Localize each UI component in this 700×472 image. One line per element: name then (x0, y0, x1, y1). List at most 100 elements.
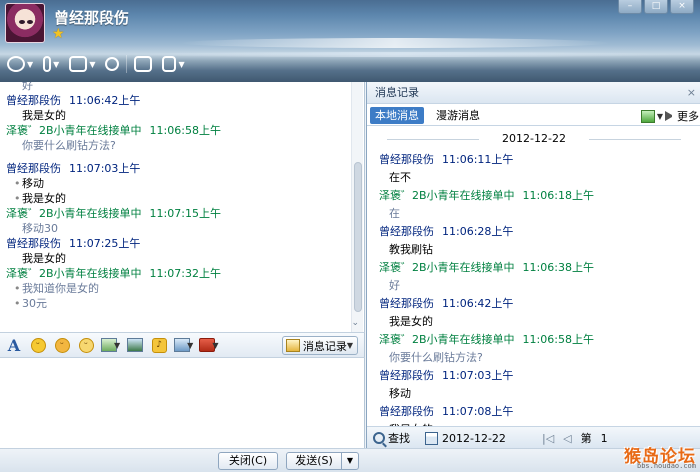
chat-scrollbar-thumb[interactable] (354, 162, 362, 312)
history-tabs: 本地消息 漫游消息 ▼ 更多 (367, 104, 700, 126)
message-time: 11:06:38上午 (522, 261, 594, 274)
message-time: 11:06:11上午 (442, 153, 514, 166)
message-content: 好 (22, 82, 33, 92)
message-text: 我是女的 (0, 251, 350, 266)
message-text: 移动 (367, 385, 700, 403)
message-content: 30元 (22, 297, 47, 310)
magic-face-icon: ᵕ (54, 337, 70, 353)
sender-name[interactable]: 泽褒゛2B小青年在线接单中 (379, 261, 515, 274)
tab-roaming-messages[interactable]: 漫游消息 (431, 107, 485, 124)
minimize-button[interactable]: – (618, 0, 642, 14)
message-content: 你要什么刷钻方法? (22, 139, 116, 152)
sender-name[interactable]: 泽褒゛2B小青年在线接单中 (379, 333, 515, 346)
history-date-picker[interactable]: 2012-12-22 (425, 429, 506, 447)
message-gap (0, 153, 350, 161)
sender-name[interactable]: 泽褒゛2B小青年在线接单中 (379, 189, 515, 202)
history-more-options[interactable]: ▼ 更多 (640, 108, 699, 124)
file-transfer-icon (69, 56, 88, 72)
search-label: 查找 (388, 432, 410, 445)
message-history-button[interactable]: 消息记录 ▼ (281, 336, 358, 355)
shake-button[interactable]: ᵕ (77, 336, 95, 354)
close-button[interactable]: 关闭(C) (218, 452, 278, 470)
message-header: 曾经那段伤 11:06:42上午 (0, 93, 350, 108)
video-button[interactable]: ▼ (4, 53, 36, 75)
sender-name[interactable]: 曾经那段伤 (6, 94, 61, 107)
add-contact-button[interactable] (102, 53, 122, 75)
bullet-icon: • (14, 297, 21, 310)
sender-name[interactable]: 曾经那段伤 (6, 237, 61, 250)
message-content: 我是女的 (22, 252, 66, 265)
gift-button[interactable]: ▼ (199, 336, 218, 354)
search-icon (373, 432, 385, 444)
forum-watermark: 猴岛论坛 bbs.houdao.com (608, 442, 700, 472)
message-time: 11:06:58上午 (149, 124, 221, 137)
message-header: 曾经那段伤 11:07:03上午 (367, 367, 700, 385)
music-icon: ♪ (151, 337, 167, 353)
toolbar-divider (126, 55, 128, 73)
history-search-button[interactable]: 查找 (373, 430, 410, 446)
prev-page-button[interactable]: ◁ (563, 432, 571, 445)
sender-name[interactable]: 泽褒゛2B小青年在线接单中 (6, 267, 142, 280)
magic-face-button[interactable]: ᵕ (53, 336, 71, 354)
voice-button[interactable]: ▼ (40, 53, 62, 75)
tab-local-messages[interactable]: 本地消息 (370, 107, 424, 124)
message-header: 泽褒゛2B小青年在线接单中 11:06:38上午 (367, 259, 700, 277)
show-button[interactable]: ▼ (174, 336, 193, 354)
message-input[interactable] (0, 358, 365, 448)
application-button[interactable]: ▼ (159, 53, 187, 75)
message-header: 曾经那段伤 11:07:03上午 (0, 161, 350, 176)
message-time: 11:07:03上午 (69, 162, 141, 175)
sender-name[interactable]: 泽褒゛2B小青年在线接单中 (6, 124, 142, 137)
chat-history[interactable]: 好曾经那段伤 11:06:42上午 我是女的 泽褒゛2B小青年在线接单中 11:06:5… (0, 82, 365, 332)
history-panel-title: 消息记录 (375, 86, 419, 99)
more-label: 更多 (677, 110, 699, 123)
send-image-button[interactable] (126, 336, 144, 354)
message-time: 11:07:08上午 (442, 405, 514, 418)
message-content: 好 (389, 279, 400, 292)
message-header: 泽褒゛2B小青年在线接单中 11:06:58上午 (0, 123, 350, 138)
emoticon-button[interactable]: ᵕ (29, 336, 47, 354)
message-text: 在 (367, 205, 700, 223)
remote-desktop-button[interactable] (131, 53, 155, 75)
star-icon[interactable]: ★ (52, 26, 65, 42)
sender-name[interactable]: 曾经那段伤 (379, 153, 434, 166)
message-history-label: 消息记录 (302, 339, 347, 353)
message-header: 曾经那段伤 11:06:42上午 (367, 295, 700, 313)
close-window-button[interactable]: × (670, 0, 694, 14)
message-header: 泽褒゛2B小青年在线接单中 11:06:18上午 (367, 187, 700, 205)
history-close-icon[interactable]: × (687, 82, 696, 104)
chat-scrollbar[interactable]: ⌄ (351, 82, 363, 332)
message-text: 好 (0, 82, 350, 93)
sender-name[interactable]: 曾经那段伤 (379, 225, 434, 238)
message-content: 我知道你是女的 (22, 282, 99, 295)
bottom-bar: 关闭(C) 发送(S) ▼ (0, 448, 700, 472)
message-time: 11:06:18上午 (522, 189, 594, 202)
message-text: • 我知道你是女的 (0, 281, 350, 296)
sender-name[interactable]: 曾经那段伤 (379, 369, 434, 382)
music-button[interactable]: ♪ (150, 336, 168, 354)
sender-name[interactable]: 曾经那段伤 (379, 405, 434, 418)
sender-name[interactable]: 曾经那段伤 (6, 162, 61, 175)
first-page-button[interactable]: |◁ (542, 432, 554, 445)
history-message-list[interactable]: 2012-12-22 曾经那段伤 11:06:11上午 在不 泽褒゛2B小青年在线接单… (367, 127, 700, 426)
message-header: 曾经那段伤 11:07:25上午 (0, 236, 350, 251)
send-options-button[interactable]: ▼ (341, 452, 359, 470)
page-number: 1 (600, 431, 608, 445)
message-content: 我是女的 (22, 192, 66, 205)
maximize-button[interactable]: □ (644, 0, 668, 14)
screenshot-button[interactable]: ▼ (101, 336, 120, 354)
message-text: • 我是女的 (0, 191, 350, 206)
font-button[interactable]: A (5, 336, 23, 355)
file-transfer-button[interactable]: ▼ (66, 53, 98, 75)
message-header: 泽褒゛2B小青年在线接单中 11:06:58上午 (367, 331, 700, 349)
sender-name[interactable]: 泽褒゛2B小青年在线接单中 (6, 207, 142, 220)
avatar[interactable] (5, 3, 45, 43)
collapse-icon[interactable]: ⌄ (351, 318, 359, 328)
sender-name[interactable]: 曾经那段伤 (379, 297, 434, 310)
chevron-down-icon: ▼ (346, 341, 353, 350)
send-button[interactable]: 发送(S) (286, 452, 342, 470)
contact-name[interactable]: 曾经那段伤 (54, 7, 129, 28)
export-icon (640, 109, 655, 123)
message-header: 曾经那段伤 11:06:28上午 (367, 223, 700, 241)
avatar-eye (27, 20, 33, 24)
